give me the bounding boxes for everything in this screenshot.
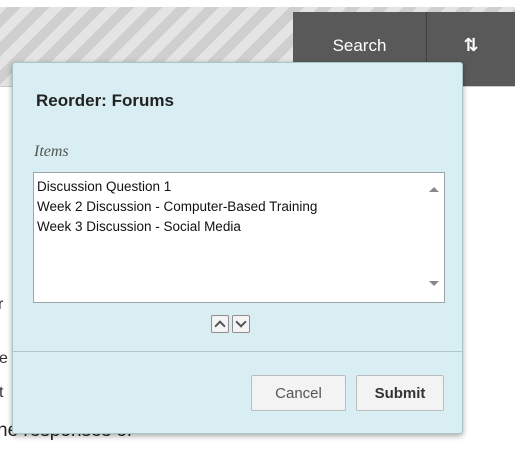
list-scrollbar[interactable] bbox=[424, 173, 444, 302]
background-text-fragment: t bbox=[0, 384, 4, 401]
toolbar-top-line bbox=[0, 0, 515, 7]
chevron-up-icon bbox=[214, 320, 226, 332]
cancel-button[interactable]: Cancel bbox=[251, 375, 346, 411]
list-item[interactable]: Discussion Question 1 bbox=[37, 177, 444, 197]
search-button-label: Search bbox=[332, 36, 387, 55]
move-up-button[interactable] bbox=[211, 315, 229, 333]
page: Search ⇅ r e t he responses of Reorder: … bbox=[0, 0, 515, 451]
items-label: Items bbox=[34, 143, 69, 160]
sort-arrows-icon: ⇅ bbox=[463, 35, 479, 56]
list-item[interactable]: Week 2 Discussion - Computer-Based Train… bbox=[37, 197, 444, 217]
list-item[interactable]: Week 3 Discussion - Social Media bbox=[37, 217, 444, 237]
chevron-down-icon bbox=[235, 316, 247, 328]
items-listbox[interactable]: Discussion Question 1 Week 2 Discussion … bbox=[33, 172, 445, 303]
submit-button[interactable]: Submit bbox=[356, 375, 444, 411]
scroll-up-icon[interactable] bbox=[429, 187, 439, 192]
background-text-fragment: e bbox=[0, 350, 8, 367]
background-text-fragment: r bbox=[0, 296, 4, 313]
move-down-button[interactable] bbox=[232, 315, 250, 333]
move-buttons bbox=[211, 315, 253, 333]
dialog-title: Reorder: Forums bbox=[36, 91, 174, 110]
dialog-divider bbox=[13, 351, 462, 352]
scroll-down-icon[interactable] bbox=[429, 281, 439, 286]
reorder-dialog: Reorder: Forums Items Discussion Questio… bbox=[12, 62, 463, 434]
